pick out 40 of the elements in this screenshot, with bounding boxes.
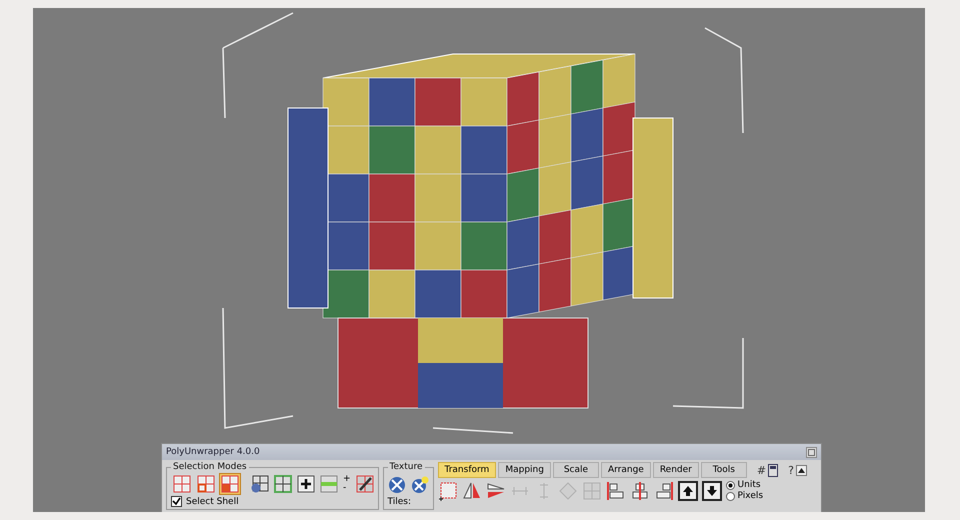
tab[interactable]: Transform — [438, 462, 496, 478]
plus-icon[interactable] — [297, 475, 315, 493]
selection-mode-button[interactable] — [195, 473, 217, 495]
tiles-label: Tiles: — [388, 497, 412, 507]
group-title: Selection Modes — [172, 462, 248, 472]
tab[interactable]: Mapping — [498, 462, 551, 478]
collapse-button[interactable] — [796, 464, 807, 476]
brush-grid-icon[interactable] — [356, 475, 374, 493]
panel-icon[interactable] — [768, 464, 778, 476]
unit-radio[interactable]: Pixels — [726, 491, 764, 501]
flip-icon[interactable] — [486, 480, 506, 500]
group-title: Texture — [388, 462, 424, 472]
checker-ball-icon[interactable] — [388, 476, 406, 494]
move-down-icon[interactable] — [702, 480, 722, 500]
align-center-icon[interactable] — [630, 480, 650, 500]
tab[interactable]: Tools — [700, 462, 747, 478]
selection-rect-icon[interactable] — [438, 480, 458, 500]
plus-sign: + — [343, 475, 351, 484]
grid-icon[interactable] — [320, 475, 338, 493]
select-shell-checkbox[interactable]: Select Shell — [171, 496, 374, 507]
align-right-icon[interactable] — [654, 480, 674, 500]
mirror-icon[interactable] — [462, 480, 482, 500]
caret-icon — [798, 468, 805, 472]
grid-sphere-icon[interactable] — [251, 475, 269, 493]
selection-mode-button[interactable] — [219, 473, 241, 495]
panel-title: PolyUnwrapper 4.0.0 — [166, 447, 260, 457]
checkmark-icon — [172, 497, 181, 506]
tab[interactable]: Render — [652, 462, 699, 478]
selection-mode-button[interactable] — [171, 473, 193, 495]
minus-sign: - — [343, 484, 348, 493]
grid-toggle[interactable]: # — [756, 464, 766, 476]
tab[interactable]: Arrange — [600, 462, 651, 478]
checker-ball-bulb-icon[interactable] — [410, 476, 429, 494]
help-button[interactable]: ? — [788, 464, 794, 476]
unit-radio[interactable]: Units — [726, 480, 764, 490]
bordered-grid-icon[interactable] — [274, 475, 292, 493]
tab[interactable]: Scale — [552, 462, 599, 478]
align-left-icon[interactable] — [606, 480, 626, 500]
move-up-icon[interactable] — [678, 480, 698, 500]
close-button[interactable] — [806, 446, 817, 458]
